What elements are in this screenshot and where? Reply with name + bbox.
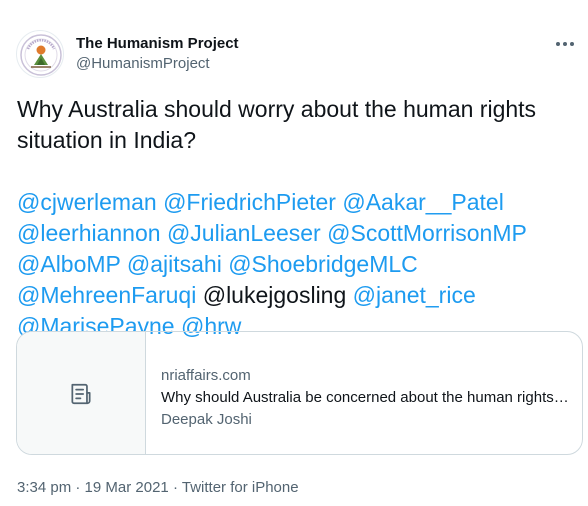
tweet-time[interactable]: 3:34 pm [17,479,71,496]
tweet-source[interactable]: Twitter for iPhone [182,479,299,496]
mention-link[interactable]: @ajitsahi [127,251,222,277]
mention-link[interactable]: @MehreenFaruqi [17,282,196,308]
link-card[interactable]: nriaffairs.com Why should Australia be c… [16,331,583,455]
mentions-line: @AlboMP @ajitsahi @ShoebridgeMLC [17,249,572,280]
author-block: The Humanism Project @HumanismProject [76,34,239,74]
mention-link[interactable]: @ShoebridgeMLC [228,251,418,277]
mention-link[interactable]: @JulianLeeser [167,220,321,246]
mention-link[interactable]: @FriedrichPieter [163,189,336,215]
article-icon [71,383,91,405]
mention-link[interactable]: @janet_rice [353,282,476,308]
author-handle[interactable]: @HumanismProject [76,54,239,74]
card-title: Why should Australia be concerned about … [161,389,570,406]
mention-link[interactable]: @ScottMorrisonMP [327,220,527,246]
more-dot [570,42,574,46]
paragraph-break [17,156,572,187]
more-dot [563,42,567,46]
mentions-line: @cjwerleman @FriedrichPieter @Aakar__Pat… [17,187,572,218]
author-name[interactable]: The Humanism Project [76,34,239,54]
tweet-text-line: situation in India? [17,127,197,153]
meta-separator: · [75,479,81,496]
meta-separator: · [172,479,178,496]
mention-text: @lukejgosling [202,282,347,308]
card-thumbnail [17,332,146,454]
mention-link[interactable]: @Aakar__Patel [342,189,503,215]
card-body: nriaffairs.com Why should Australia be c… [161,366,570,430]
humanism-project-logo-icon [20,34,62,76]
more-options-icon[interactable] [550,34,580,54]
mention-link[interactable]: @AlboMP [17,251,120,277]
card-description: Deepak Joshi [161,411,252,428]
mentions-line: @MehreenFaruqi @lukejgosling @janet_rice [17,280,572,311]
card-domain: nriaffairs.com [161,367,251,384]
tweet-header: The Humanism Project @HumanismProject [16,30,588,82]
mention-link[interactable]: @cjwerleman [17,189,157,215]
tweet-text-line: Why Australia should worry about the hum… [17,96,537,122]
mention-link[interactable]: @leerhiannon [17,220,161,246]
mentions-line: @leerhiannon @JulianLeeser @ScottMorriso… [17,218,572,249]
more-dot [556,42,560,46]
avatar[interactable] [16,30,64,78]
tweet-text: Why Australia should worry about the hum… [17,94,572,342]
tweet-date[interactable]: 19 Mar 2021 [85,479,169,496]
tweet-meta: 3:34 pm · 19 Mar 2021 · Twitter for iPho… [17,478,299,498]
